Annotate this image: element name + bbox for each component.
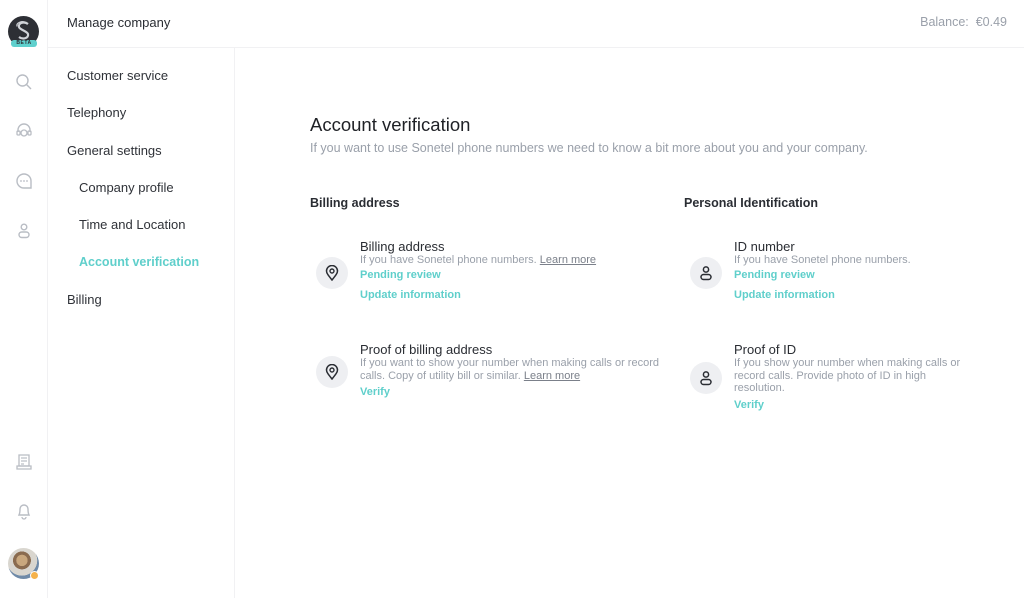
page-header-title: Manage company	[67, 15, 171, 30]
nav-item-general-settings[interactable]: General settings	[67, 143, 162, 158]
card-title: ID number	[734, 239, 795, 254]
location-pin-icon	[316, 257, 348, 289]
main-content: Account verification If you want to use …	[235, 48, 1024, 598]
card-description: If you show your number when making call…	[734, 357, 961, 394]
location-pin-icon	[316, 356, 348, 388]
section-title-personal-identification: Personal Identification	[684, 196, 819, 210]
beta-badge: BETA	[11, 40, 37, 47]
user-icon[interactable]	[13, 220, 35, 242]
user-icon	[690, 362, 722, 394]
status-pending-review: Pending review	[360, 268, 441, 281]
update-information-link[interactable]: Update information	[734, 287, 835, 304]
bell-icon[interactable]	[13, 500, 35, 522]
balance-label: Balance:	[920, 15, 969, 29]
card-description-text: If you have Sonetel phone numbers.	[360, 254, 537, 266]
presence-status-dot	[30, 571, 39, 580]
search-icon[interactable]	[13, 71, 35, 93]
card-description: If you have Sonetel phone numbers.	[734, 254, 911, 266]
chat-icon[interactable]	[13, 170, 35, 192]
balance-value: €0.49	[975, 15, 1007, 29]
card-description-text: If you want to show your number when mak…	[360, 357, 659, 382]
card-title: Proof of ID	[734, 342, 797, 357]
page-title: Account verification	[310, 114, 471, 135]
card-description: If you want to show your number when mak…	[360, 357, 675, 382]
card-title: Proof of billing address	[360, 342, 493, 357]
user-icon	[690, 257, 722, 289]
section-title-billing-address: Billing address	[310, 196, 400, 210]
nav-item-telephony[interactable]: Telephony	[67, 105, 126, 120]
nav-item-account-verification[interactable]: Account verification	[79, 255, 199, 269]
status-pending-review: Pending review	[734, 268, 815, 281]
nav-item-billing[interactable]: Billing	[67, 292, 102, 307]
logo-mark-icon	[16, 21, 30, 40]
page-subtitle: If you want to use Sonetel phone numbers…	[310, 141, 868, 155]
balance-display[interactable]: Balance: €0.49	[920, 15, 1007, 29]
verify-link[interactable]: Verify	[734, 397, 764, 414]
card-description: If you have Sonetel phone numbers. Learn…	[360, 254, 680, 267]
headset-icon[interactable]	[13, 120, 35, 142]
nav-item-company-profile[interactable]: Company profile	[79, 180, 174, 195]
verify-link[interactable]: Verify	[360, 384, 390, 401]
nav-item-time-and-location[interactable]: Time and Location	[79, 217, 185, 232]
top-header: Manage company Balance: €0.49	[48, 0, 1024, 48]
receipt-icon[interactable]	[13, 451, 35, 473]
settings-nav: Customer service Telephony General setti…	[48, 48, 235, 598]
nav-item-customer-service[interactable]: Customer service	[67, 68, 168, 83]
icon-rail: BETA	[0, 0, 48, 598]
card-title: Billing address	[360, 239, 445, 254]
learn-more-link[interactable]: Learn more	[524, 370, 580, 382]
update-information-link[interactable]: Update information	[360, 287, 461, 304]
learn-more-link[interactable]: Learn more	[540, 254, 596, 266]
